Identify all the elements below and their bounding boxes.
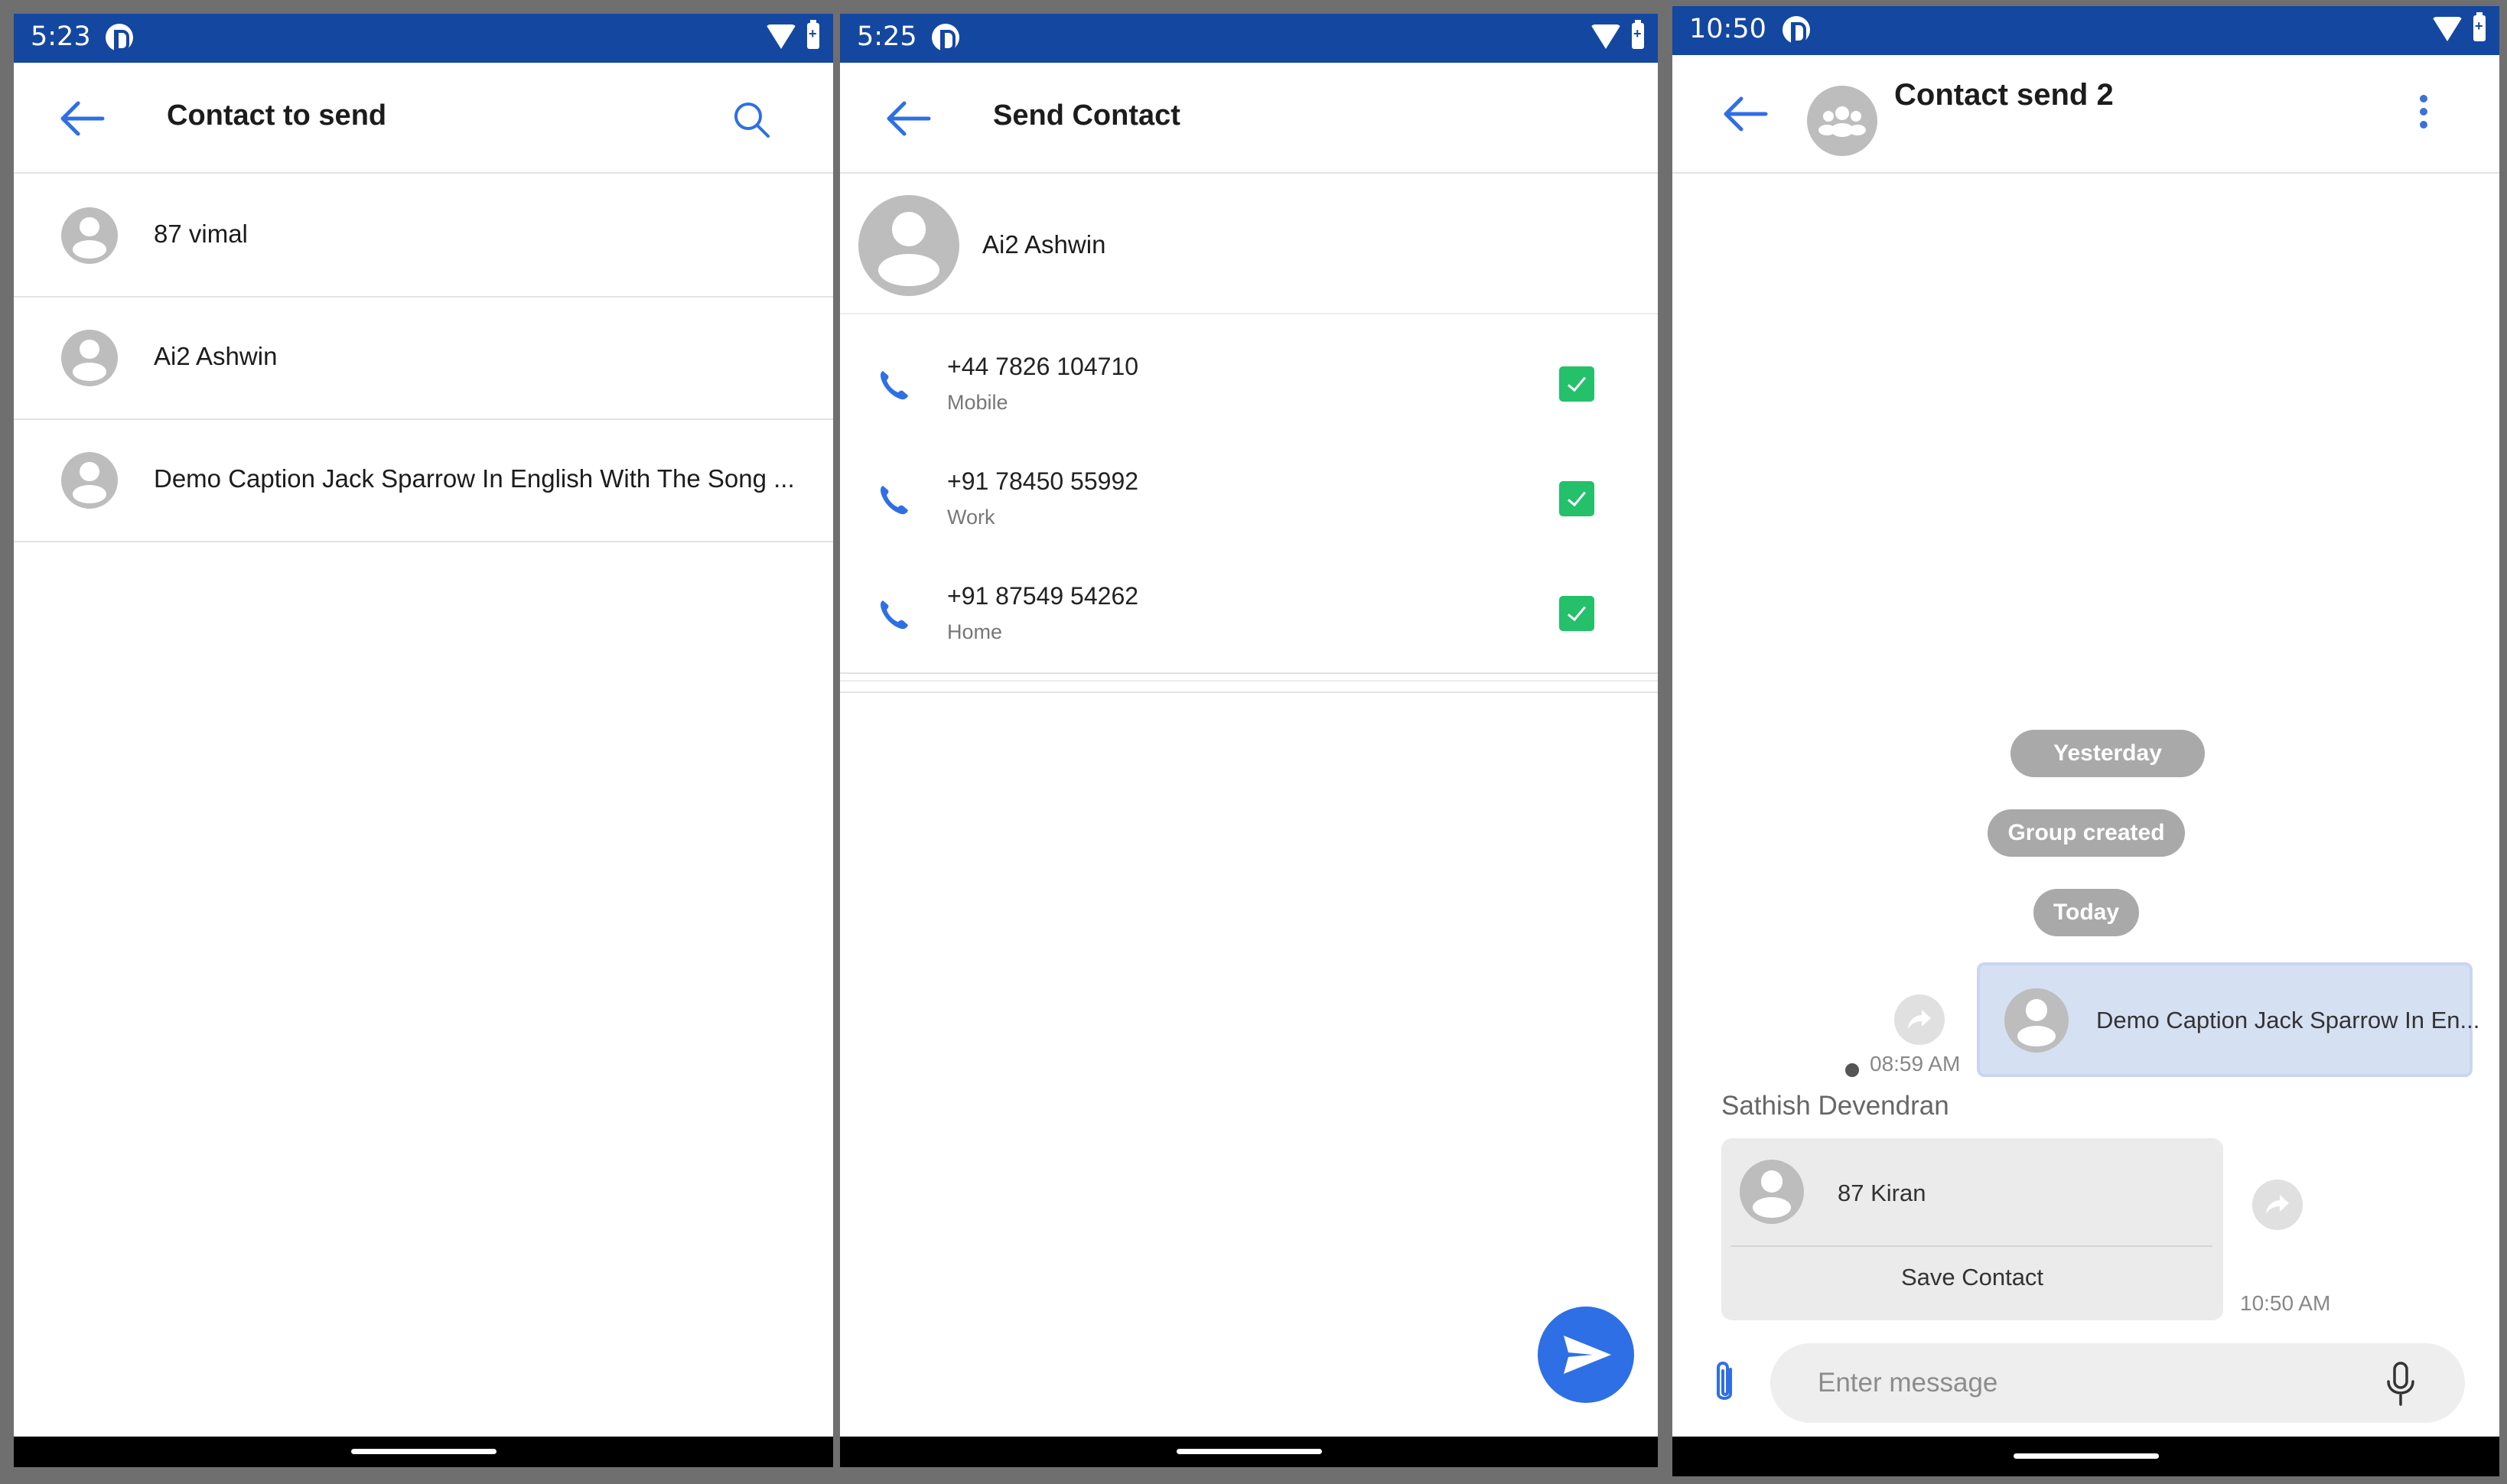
status-time: 5:25 xyxy=(857,21,917,52)
forward-button[interactable] xyxy=(2252,1180,2303,1230)
contact-name: Ai2 Ashwin xyxy=(982,230,1106,259)
group-people-icon xyxy=(1818,106,1866,137)
phone-number-row[interactable]: +91 87549 54262 Home xyxy=(840,559,1658,674)
phone-type: Work xyxy=(947,506,995,529)
group-chat-screen: 10:50 Contact send 2 Yesterday Group cre… xyxy=(1672,6,2499,1476)
mic-icon[interactable] xyxy=(2385,1362,2416,1406)
contact-list-item[interactable]: Demo Caption Jack Sparrow In English Wit… xyxy=(14,420,833,542)
home-gesture-pill[interactable] xyxy=(2013,1453,2159,1459)
status-time: 10:50 xyxy=(1689,14,1766,44)
contact-name: Ai2 Ashwin xyxy=(154,342,278,370)
divider xyxy=(840,692,1658,693)
app-notification-icon xyxy=(1783,16,1810,44)
wifi-icon xyxy=(1590,24,1621,49)
back-arrow-icon[interactable] xyxy=(60,101,106,136)
send-button[interactable] xyxy=(1538,1307,1634,1403)
system-nav-bar xyxy=(840,1437,1658,1467)
sent-status-icon xyxy=(1845,1063,1859,1077)
forward-icon xyxy=(1908,1010,1931,1029)
send-contact-screen: 5:25 Send Contact Ai2 Ashwin +44 7826 10… xyxy=(840,14,1658,1467)
avatar-icon xyxy=(61,207,118,264)
contact-to-send-screen: 5:23 Contact to send 87 vimal Ai2 Ashwin… xyxy=(14,14,833,1467)
app-bar: Send Contact xyxy=(840,63,1658,174)
app-bar: Contact send 2 xyxy=(1672,55,2499,174)
divider xyxy=(840,672,1658,674)
contact-name: 87 vimal xyxy=(154,220,248,248)
sender-name: Sathish Devendran xyxy=(1721,1091,1949,1121)
status-bar: 10:50 xyxy=(1672,6,2499,55)
battery-icon xyxy=(2473,12,2486,41)
shared-contact-name: 87 Kiran xyxy=(1838,1180,1926,1206)
app-notification-icon xyxy=(106,24,133,51)
page-title: Send Contact xyxy=(993,99,1180,132)
contact-name: Demo Caption Jack Sparrow In English Wit… xyxy=(154,464,795,493)
system-nav-bar xyxy=(1672,1437,2499,1476)
date-badge: Yesterday xyxy=(2010,730,2205,777)
status-time: 5:23 xyxy=(31,21,91,52)
forward-icon xyxy=(2266,1195,2289,1214)
divider xyxy=(840,680,1658,682)
avatar-icon xyxy=(2004,988,2069,1053)
app-notification-icon xyxy=(932,24,959,51)
home-gesture-pill[interactable] xyxy=(1176,1449,1322,1454)
app-bar: Contact to send xyxy=(14,63,833,174)
event-badge: Group created xyxy=(1988,809,2185,857)
status-icons xyxy=(2417,12,2486,46)
avatar-icon xyxy=(61,452,118,509)
status-icons xyxy=(1575,20,1644,54)
wifi-icon xyxy=(766,24,796,49)
system-nav-bar xyxy=(14,1437,833,1467)
back-arrow-icon[interactable] xyxy=(1723,96,1769,132)
avatar-icon xyxy=(61,330,118,386)
divider xyxy=(1730,1245,2212,1247)
message-time: 10:50 AM xyxy=(2240,1291,2331,1315)
contact-list-item[interactable]: 87 vimal xyxy=(14,175,833,298)
save-contact-button[interactable]: Save Contact xyxy=(1721,1264,2223,1291)
phone-icon xyxy=(881,371,908,400)
contact-list-item[interactable]: Ai2 Ashwin xyxy=(14,298,833,420)
phone-number-row[interactable]: +44 7826 104710 Mobile xyxy=(840,330,1658,444)
selected-contact-header: Ai2 Ashwin xyxy=(840,174,1658,314)
checkbox-checked-icon[interactable] xyxy=(1559,366,1594,402)
outgoing-contact-message[interactable]: Demo Caption Jack Sparrow In En... xyxy=(1977,962,2479,1077)
phone-number: +91 78450 55992 xyxy=(947,467,1139,495)
status-bar: 5:25 xyxy=(840,14,1658,63)
wifi-icon xyxy=(2432,17,2463,41)
avatar-icon xyxy=(858,195,959,296)
forward-button[interactable] xyxy=(1894,994,1945,1045)
search-icon[interactable] xyxy=(731,99,771,139)
phone-type: Mobile xyxy=(947,391,1008,414)
back-arrow-icon[interactable] xyxy=(886,101,932,136)
status-bar: 5:23 xyxy=(14,14,833,63)
attach-icon[interactable] xyxy=(1709,1359,1740,1408)
home-gesture-pill[interactable] xyxy=(350,1449,497,1454)
phone-number: +91 87549 54262 xyxy=(947,582,1139,610)
battery-icon xyxy=(1632,20,1644,49)
more-vert-icon[interactable] xyxy=(2420,95,2429,135)
message-time: 08:59 AM xyxy=(1870,1052,1961,1076)
incoming-contact-message[interactable]: 87 Kiran Save Contact xyxy=(1721,1138,2223,1320)
checkbox-checked-icon[interactable] xyxy=(1559,596,1594,631)
message-input[interactable]: Enter message xyxy=(1770,1343,2465,1423)
shared-contact-name: Demo Caption Jack Sparrow In En... xyxy=(2096,1007,2480,1033)
send-icon xyxy=(1564,1336,1611,1374)
chat-title[interactable]: Contact send 2 xyxy=(1894,78,2114,112)
message-input-placeholder: Enter message xyxy=(1818,1368,1998,1398)
battery-icon xyxy=(807,20,819,49)
group-avatar-icon[interactable] xyxy=(1807,86,1877,156)
checkbox-checked-icon[interactable] xyxy=(1559,481,1594,516)
phone-number-row[interactable]: +91 78450 55992 Work xyxy=(840,444,1658,559)
phone-type: Home xyxy=(947,620,1003,643)
phone-icon xyxy=(881,600,908,630)
page-title: Contact to send xyxy=(167,99,387,132)
date-badge: Today xyxy=(2033,889,2139,936)
avatar-icon xyxy=(1740,1160,1804,1224)
phone-number: +44 7826 104710 xyxy=(947,353,1139,380)
status-icons xyxy=(750,20,819,54)
phone-icon xyxy=(881,486,908,515)
